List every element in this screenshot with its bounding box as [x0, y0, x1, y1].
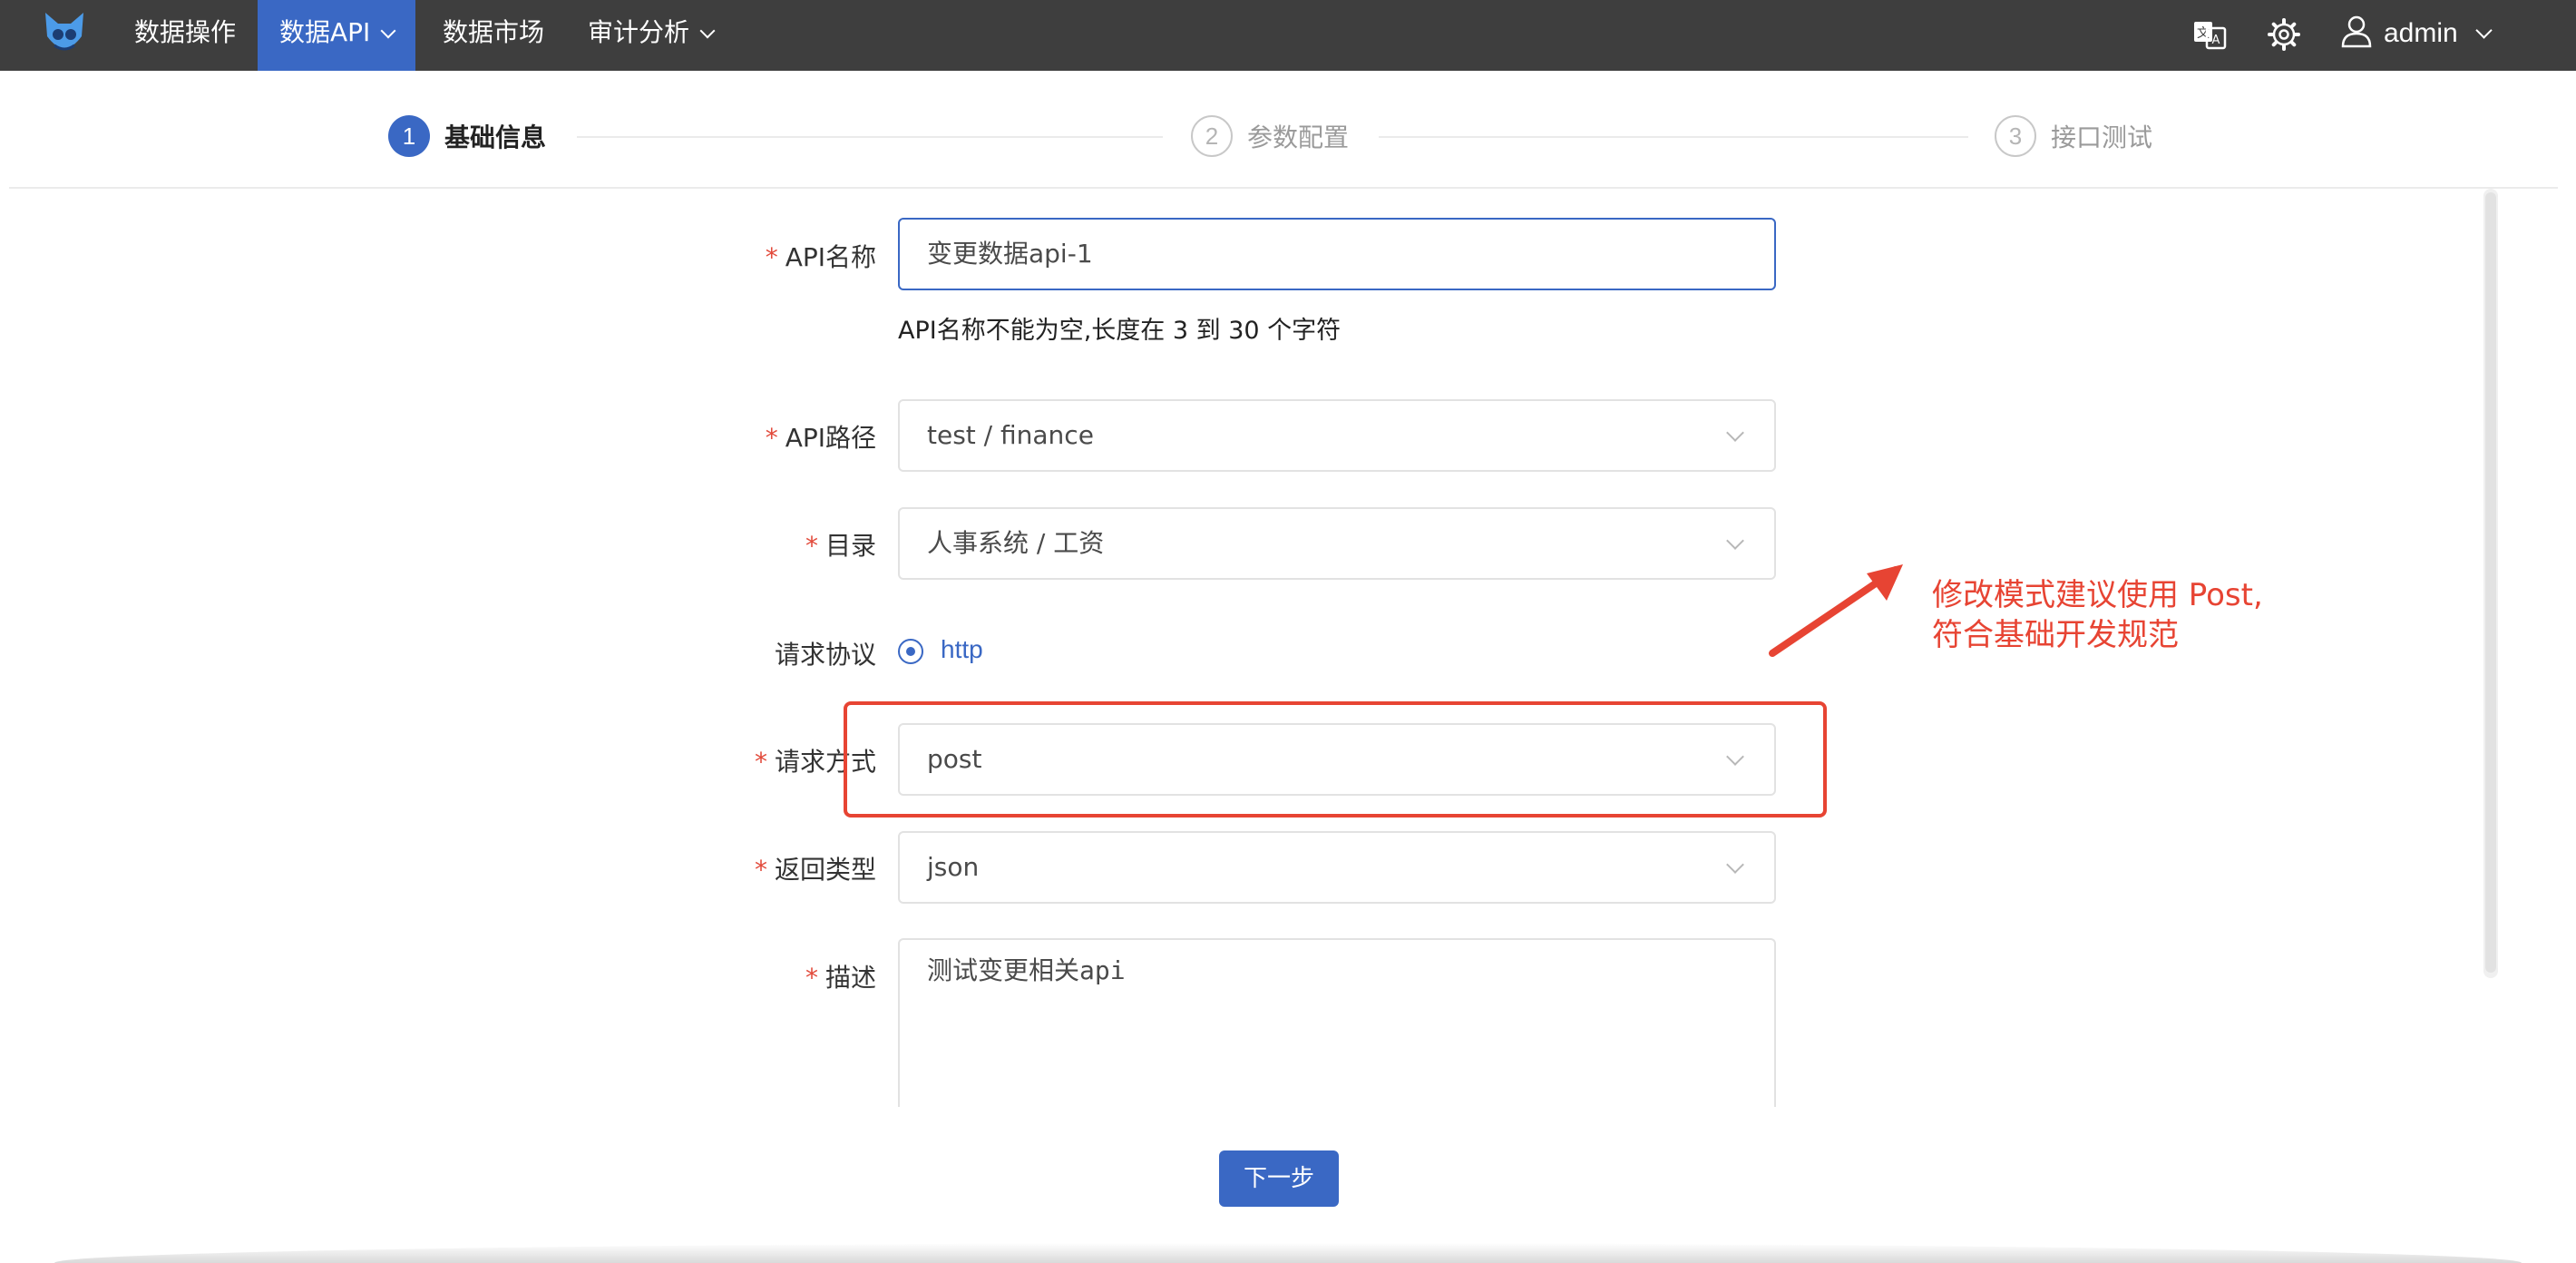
chevron-down-icon [1726, 424, 1744, 442]
input-value: 变更数据api-1 [927, 239, 1093, 269]
label-text: API名称 [785, 242, 876, 272]
step-number: 2 [1191, 115, 1233, 157]
nav-item-label: 数据操作 [134, 17, 237, 47]
protocol-label: 请求协议 [775, 635, 876, 671]
chevron-down-icon [2475, 22, 2493, 39]
label-text: 描述 [825, 963, 876, 993]
nav-item-data-operation[interactable]: 数据操作 [112, 0, 258, 71]
textarea-value: 测试变更相关api [927, 955, 1126, 985]
step-param-config: 2 参数配置 [1191, 114, 1349, 158]
step-number: 1 [388, 115, 430, 157]
select-value: 人事系统 / 工资 [927, 528, 1105, 558]
step-connector [577, 136, 1163, 138]
step-number: 3 [1995, 115, 2036, 157]
required-mark: * [805, 963, 818, 993]
user-menu[interactable]: admin [2340, 0, 2493, 71]
api-name-hint: API名称不能为空,长度在 3 到 30 个字符 [898, 317, 1342, 345]
label-text: 目录 [825, 531, 876, 561]
required-mark: * [765, 423, 778, 453]
annotation-text: 修改模式建议使用 Post, 符合基础开发规范 [1932, 575, 2263, 655]
chevron-down-icon [1726, 532, 1744, 550]
label-text: 返回类型 [774, 855, 876, 885]
nav-item-audit-analysis[interactable]: 审计分析 [566, 0, 735, 71]
settings-icon[interactable] [2266, 16, 2302, 53]
chevron-down-icon [1726, 856, 1744, 874]
logo-icon[interactable] [40, 7, 89, 62]
scrollbar-thumb[interactable] [2485, 192, 2496, 973]
step-connector [1379, 136, 1968, 138]
steps-divider [9, 187, 2558, 189]
translate-icon[interactable]: 文 A [2191, 16, 2228, 53]
chevron-down-icon [699, 23, 716, 39]
annotation-line-1: 修改模式建议使用 Post, [1932, 577, 2263, 613]
api-name-input[interactable]: 变更数据api-1 [898, 218, 1776, 290]
annotation-highlight-box [844, 701, 1827, 818]
annotation-arrow-icon [1769, 564, 1903, 657]
next-step-button[interactable]: 下一步 [1219, 1150, 1339, 1207]
nav-item-label: 数据API [279, 17, 371, 47]
select-value: json [927, 852, 980, 882]
protocol-radio-label[interactable]: http [941, 635, 983, 664]
required-mark: * [765, 242, 778, 272]
directory-label: * 目录 [805, 526, 876, 563]
directory-select[interactable]: 人事系统 / 工资 [898, 507, 1776, 580]
top-nav-bar: 数据操作 数据API 数据市场 审计分析 文 A admin [0, 0, 2576, 71]
nav-item-label: 审计分析 [588, 17, 690, 47]
description-textarea[interactable]: 测试变更相关api [898, 938, 1776, 1111]
label-text: 请求协议 [774, 640, 876, 670]
api-name-label: * API名称 [766, 238, 876, 274]
nav-item-data-api[interactable]: 数据API [258, 0, 416, 71]
nav-item-data-market[interactable]: 数据市场 [421, 0, 566, 71]
required-mark: * [805, 531, 818, 561]
required-mark: * [754, 747, 767, 777]
step-basic-info: 1 基础信息 [388, 114, 546, 158]
label-text: API路径 [785, 423, 876, 453]
user-icon [2341, 15, 2372, 48]
api-path-label: * API路径 [766, 418, 876, 455]
return-type-select[interactable]: json [898, 831, 1776, 904]
description-label: * 描述 [805, 958, 876, 994]
nav-item-label: 数据市场 [443, 17, 545, 47]
protocol-radio-http[interactable] [898, 639, 923, 664]
annotation-line-2: 符合基础开发规范 [1932, 617, 2179, 653]
api-path-select[interactable]: test / finance [898, 399, 1776, 472]
required-mark: * [754, 855, 767, 885]
select-value: test / finance [927, 420, 1094, 450]
svg-text:A: A [2212, 34, 2220, 47]
step-label: 基础信息 [444, 122, 547, 152]
step-label: 接口测试 [2051, 122, 2153, 152]
step-label: 参数配置 [1247, 122, 1350, 152]
user-name: admin [2384, 18, 2458, 48]
chevron-down-icon [380, 23, 396, 39]
return-type-label: * 返回类型 [755, 850, 876, 886]
step-api-test: 3 接口测试 [1995, 114, 2152, 158]
